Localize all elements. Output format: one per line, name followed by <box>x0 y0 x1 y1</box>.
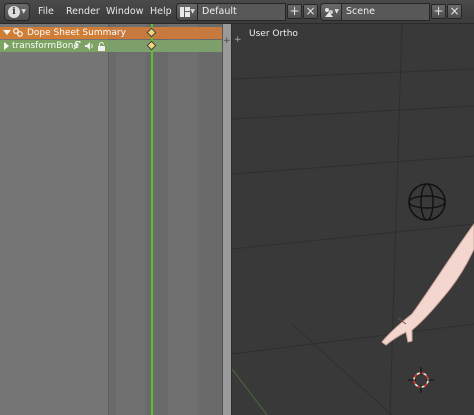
menu-render[interactable]: Render <box>66 6 100 17</box>
chevron-down-icon: ▼ <box>334 8 339 15</box>
timeline-band <box>116 24 146 415</box>
scene-field[interactable]: Scene <box>342 3 430 21</box>
editor-type-selector[interactable]: i ▼ <box>4 3 30 21</box>
screen-layout-button[interactable]: ▼ <box>176 3 198 21</box>
summary-label: Dope Sheet Summary <box>27 28 126 38</box>
channel-row-transformbone[interactable]: transformBone <box>0 40 222 52</box>
scene-selector: ▼ Scene + × <box>320 3 466 21</box>
3d-viewport[interactable]: User Ortho + <box>232 24 474 415</box>
channel-divider <box>108 24 109 415</box>
join-area-icon[interactable]: + <box>223 36 231 46</box>
info-icon: i <box>8 6 20 18</box>
lock-icon[interactable] <box>97 42 106 51</box>
screen-layout-icon <box>180 7 190 17</box>
view-label: User Ortho <box>249 29 298 39</box>
channel-list[interactable] <box>0 24 108 415</box>
keyframe-timeline[interactable] <box>108 24 222 415</box>
collapse-triangle-icon[interactable] <box>3 30 11 35</box>
character-arm[interactable] <box>372 214 474 354</box>
split-area-icon[interactable]: + <box>234 36 242 45</box>
expand-triangle-icon[interactable] <box>4 42 9 50</box>
top-header-bar: i ▼ File Render Window Help ▼ Default + … <box>0 0 474 24</box>
chevron-down-icon: ▼ <box>190 8 195 15</box>
summary-row[interactable]: Dope Sheet Summary <box>0 27 222 39</box>
area-splitter[interactable]: + <box>222 24 232 415</box>
remove-scene-button[interactable]: × <box>447 4 462 19</box>
add-scene-button[interactable]: + <box>431 4 446 19</box>
wrench-icon[interactable] <box>72 41 82 51</box>
speaker-icon[interactable] <box>84 41 94 51</box>
3d-cursor-icon[interactable] <box>408 367 434 393</box>
chevron-down-icon: ▼ <box>21 8 26 15</box>
dope-sheet-editor[interactable]: Dope Sheet Summary transformBone <box>0 24 222 415</box>
remove-layout-button[interactable]: × <box>303 4 318 19</box>
scene-icon <box>325 8 333 17</box>
screen-layout-selector: ▼ Default + × <box>176 3 318 21</box>
add-layout-button[interactable]: + <box>287 4 302 19</box>
current-frame-playhead[interactable] <box>151 24 153 415</box>
menu-file[interactable]: File <box>38 6 54 17</box>
screen-layout-field[interactable]: Default <box>198 3 286 21</box>
timeline-band <box>168 24 198 415</box>
scene-button[interactable]: ▼ <box>320 3 342 21</box>
channel-label: transformBone <box>12 41 80 51</box>
menu-window[interactable]: Window <box>106 6 143 17</box>
action-icon <box>13 28 23 37</box>
menu-help[interactable]: Help <box>150 6 172 17</box>
